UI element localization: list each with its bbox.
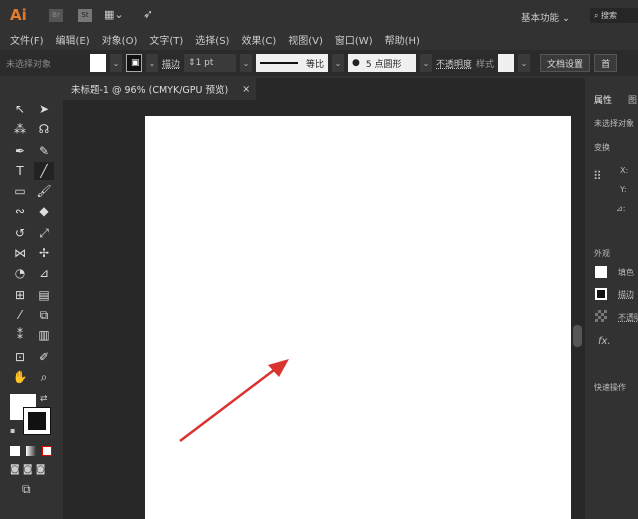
fill-swatch-panel[interactable] (595, 266, 607, 278)
shaper-tool-icon[interactable]: ∾ (10, 202, 30, 220)
artboard-tool-icon[interactable]: ⊡ (10, 348, 30, 366)
hand-tool-icon[interactable]: ✋ (10, 368, 30, 386)
width-tool-icon[interactable]: ⋈ (10, 244, 30, 262)
screen-mode-icon[interactable]: ⧉ (22, 482, 31, 497)
swap-colors-icon[interactable]: ⇄ (40, 394, 48, 404)
paintbrush-tool-icon[interactable]: 🖌 (34, 182, 54, 200)
properties-panel: 属性 图 未选择对象 变换 ⠿ X: Y: ⊿: 外观 填色 描边 不透明 fx… (588, 84, 638, 519)
tools-panel: ↖ ➤ ⁂ ☊ ✒ ✎ T ╱ ▭ 🖌 ∾ ◆ ↺ ⤢ ⋈ ✢ ◔ ⊿ ⊞ ▤ … (4, 96, 62, 506)
reference-point-icon[interactable]: ⠿ (593, 169, 602, 183)
puppet-warp-tool-icon[interactable]: ✢ (34, 244, 54, 262)
appearance-heading: 外观 (594, 249, 610, 258)
transform-heading: 变换 (594, 143, 610, 152)
gradient-mode-icon[interactable] (26, 446, 36, 456)
fx-button[interactable]: fx. (598, 336, 611, 347)
magic-wand-tool-icon[interactable]: ⁂ (10, 120, 30, 138)
rectangle-tool-icon[interactable]: ▭ (10, 182, 30, 200)
quick-actions-heading: 快速操作 (594, 383, 626, 392)
zoom-tool-icon[interactable]: ⌕ (34, 368, 54, 386)
graph-tool-icon[interactable]: ▥ (34, 326, 54, 344)
tab-properties[interactable]: 属性 (594, 93, 612, 106)
stroke-color-swatch[interactable] (23, 407, 51, 435)
opacity-label-panel[interactable]: 不透明 (618, 312, 638, 323)
slice-tool-icon[interactable]: ✐ (34, 348, 54, 366)
direct-selection-tool-icon[interactable]: ➤ (34, 100, 54, 118)
no-selection-label: 未选择对象 (594, 119, 634, 128)
type-tool-icon[interactable]: T (10, 162, 30, 180)
symbol-sprayer-tool-icon[interactable]: ⁑ (10, 326, 30, 344)
selection-tool-icon[interactable]: ↖ (10, 100, 30, 118)
tab-layers[interactable]: 图 (628, 93, 637, 106)
rotate-tool-icon[interactable]: ↺ (10, 224, 30, 242)
shape-builder-tool-icon[interactable]: ◔ (10, 264, 30, 282)
pen-tool-icon[interactable]: ✒ (10, 142, 30, 160)
angle-label: ⊿: (616, 204, 626, 213)
red-arrow-annotation (179, 359, 289, 442)
lasso-tool-icon[interactable]: ☊ (34, 120, 54, 138)
line-tool-icon[interactable]: ╱ (34, 162, 54, 180)
stroke-swatch-panel[interactable] (595, 288, 607, 300)
curvature-tool-icon[interactable]: ✎ (34, 142, 54, 160)
opacity-icon (595, 310, 607, 322)
perspective-grid-tool-icon[interactable]: ⊿ (34, 264, 54, 282)
x-label: X: (620, 166, 629, 175)
default-colors-icon[interactable]: ▪ (10, 426, 15, 435)
none-mode-icon[interactable] (42, 446, 52, 456)
fill-label: 填色 (618, 268, 634, 277)
drawing-modes-icon[interactable]: ◙ ◙ ◙ (10, 464, 45, 475)
mesh-tool-icon[interactable]: ⊞ (10, 286, 30, 304)
stroke-label-panel[interactable]: 描边 (618, 289, 634, 300)
gradient-tool-icon[interactable]: ▤ (34, 286, 54, 304)
scale-tool-icon[interactable]: ⤢ (34, 224, 54, 242)
panel-collapse-handle[interactable] (573, 325, 582, 347)
eyedropper-tool-icon[interactable]: ⁄ (10, 306, 30, 324)
y-label: Y: (620, 185, 627, 194)
eraser-tool-icon[interactable]: ◆ (34, 202, 54, 220)
blend-tool-icon[interactable]: ⧉ (34, 306, 54, 324)
color-mode-icon[interactable] (10, 446, 20, 456)
